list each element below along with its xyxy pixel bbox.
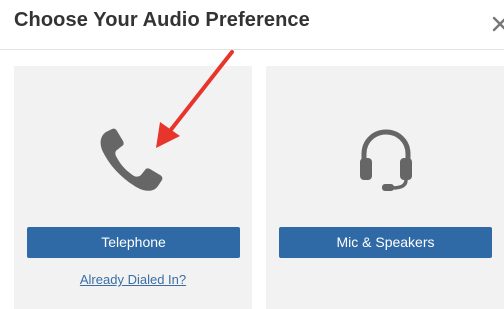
- telephone-button[interactable]: Telephone: [27, 227, 240, 258]
- already-dialed-in-link[interactable]: Already Dialed In?: [14, 272, 252, 287]
- telephone-option-card: Telephone Already Dialed In?: [14, 66, 252, 309]
- audio-preference-dialog: Choose Your Audio Preference Telephone A…: [0, 0, 504, 309]
- close-button[interactable]: [491, 12, 504, 34]
- close-icon: [492, 16, 504, 32]
- phone-icon: [100, 128, 163, 191]
- headset-icon: [360, 129, 412, 191]
- dialog-header: Choose Your Audio Preference: [0, 0, 504, 50]
- mic-speakers-option-card: Mic & Speakers: [266, 66, 504, 309]
- dialog-title: Choose Your Audio Preference: [14, 9, 310, 31]
- mic-speakers-button[interactable]: Mic & Speakers: [279, 227, 492, 258]
